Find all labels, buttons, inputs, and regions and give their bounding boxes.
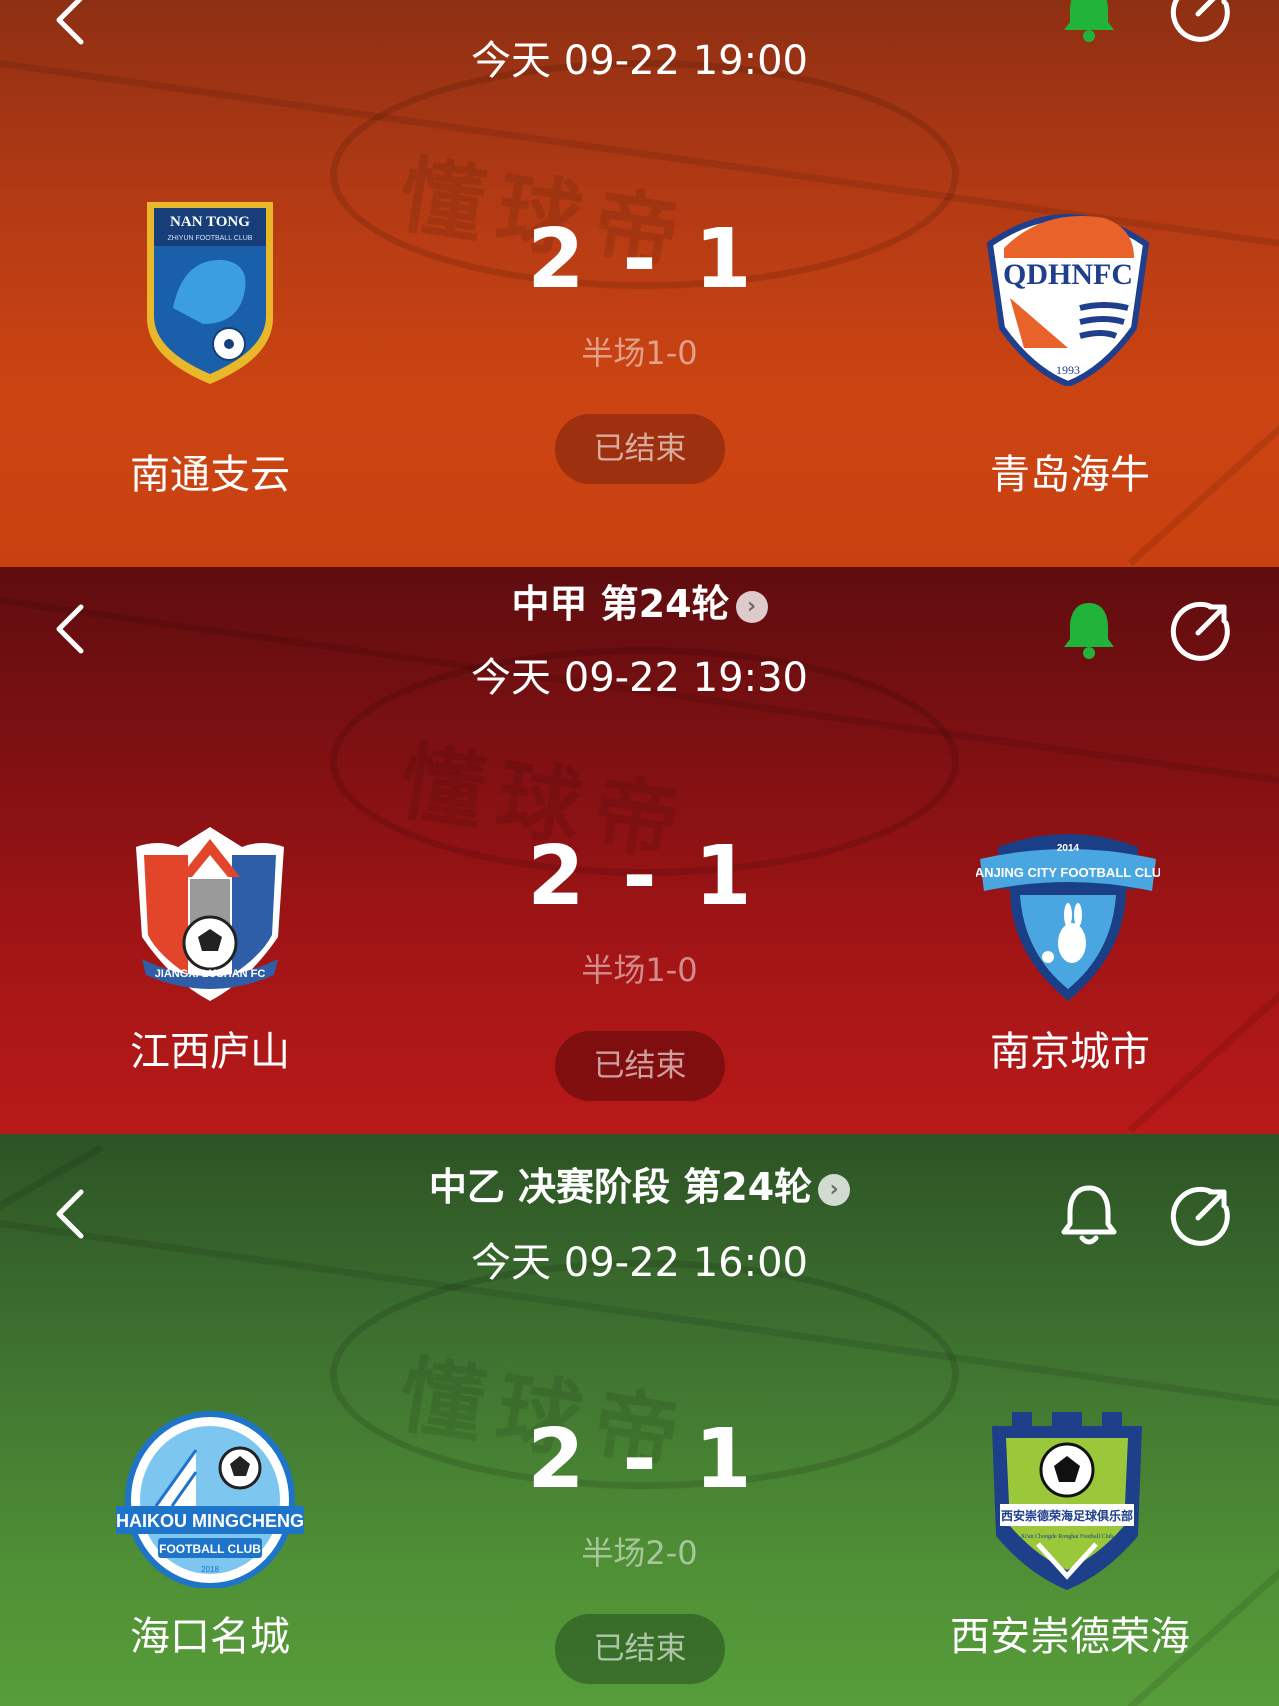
- away-score: 1: [694, 212, 752, 307]
- away-team-name[interactable]: 南京城市: [890, 1019, 1250, 1077]
- score-separator: -: [622, 212, 657, 307]
- svg-text:Xi'an Chongde Ronghai Football: Xi'an Chongde Ronghai Football Club: [1021, 1534, 1113, 1540]
- match-status-badge: 已结束: [555, 414, 725, 484]
- away-team-logo[interactable]: QDHNFC 1993: [984, 198, 1152, 386]
- svg-text:西安崇德荣海足球俱乐部: 西安崇德荣海足球俱乐部: [1001, 1508, 1133, 1523]
- match-datetime: 今天 09-22 16:00: [471, 1240, 808, 1286]
- away-team-name[interactable]: 青岛海牛: [890, 442, 1250, 500]
- match-status-badge: 已结束: [555, 1031, 725, 1101]
- score-separator: -: [622, 829, 657, 924]
- svg-text:QDHNFC: QDHNFC: [1003, 258, 1133, 291]
- home-team-name[interactable]: 南通支云: [30, 442, 390, 500]
- home-score: 2: [527, 212, 585, 307]
- chevron-right-circle-icon: ›: [818, 1174, 851, 1206]
- away-team-name[interactable]: 西安崇德荣海: [890, 1604, 1250, 1662]
- home-score: 2: [527, 829, 585, 924]
- league-round-label: 中乙 决赛阶段 第24轮: [428, 1165, 813, 1209]
- league-round-label: 中甲 第24轮: [511, 582, 730, 626]
- match-card-2: 懂球帝 中甲 第24轮 › 今天 09-22 19:30 JIANGXI LUSH…: [0, 567, 1279, 1134]
- home-team-name[interactable]: 海口名城: [30, 1604, 390, 1662]
- match-datetime: 今天 09-22 19:00: [471, 38, 808, 84]
- away-team-logo[interactable]: 西安崇德荣海足球俱乐部 Xi'an Chongde Ronghai Footba…: [986, 1406, 1148, 1592]
- home-team-name[interactable]: 江西庐山: [30, 1019, 390, 1077]
- away-score: 1: [694, 1412, 752, 1507]
- svg-text:1993: 1993: [1056, 363, 1080, 377]
- match-status-badge: 已结束: [555, 1614, 725, 1684]
- svg-text:2014: 2014: [1057, 843, 1080, 854]
- away-team-logo[interactable]: 2014 NANJING CITY FOOTBALL CLUB: [976, 825, 1160, 1005]
- chevron-right-circle-icon: ›: [735, 591, 768, 623]
- match-card-3: 懂球帝 中乙 决赛阶段 第24轮 › 今天 09-22 16:00 HAIKOU …: [0, 1134, 1279, 1706]
- home-score: 2: [527, 1412, 585, 1507]
- away-score: 1: [694, 829, 752, 924]
- score-separator: -: [622, 1412, 657, 1507]
- match-datetime: 今天 09-22 19:30: [471, 655, 808, 701]
- match-card-1: 懂球帝 今天 09-22 19:00 NAN TONG ZHIYUN FOOTB…: [0, 0, 1279, 567]
- svg-text:NANJING CITY FOOTBALL CLUB: NANJING CITY FOOTBALL CLUB: [976, 865, 1160, 880]
